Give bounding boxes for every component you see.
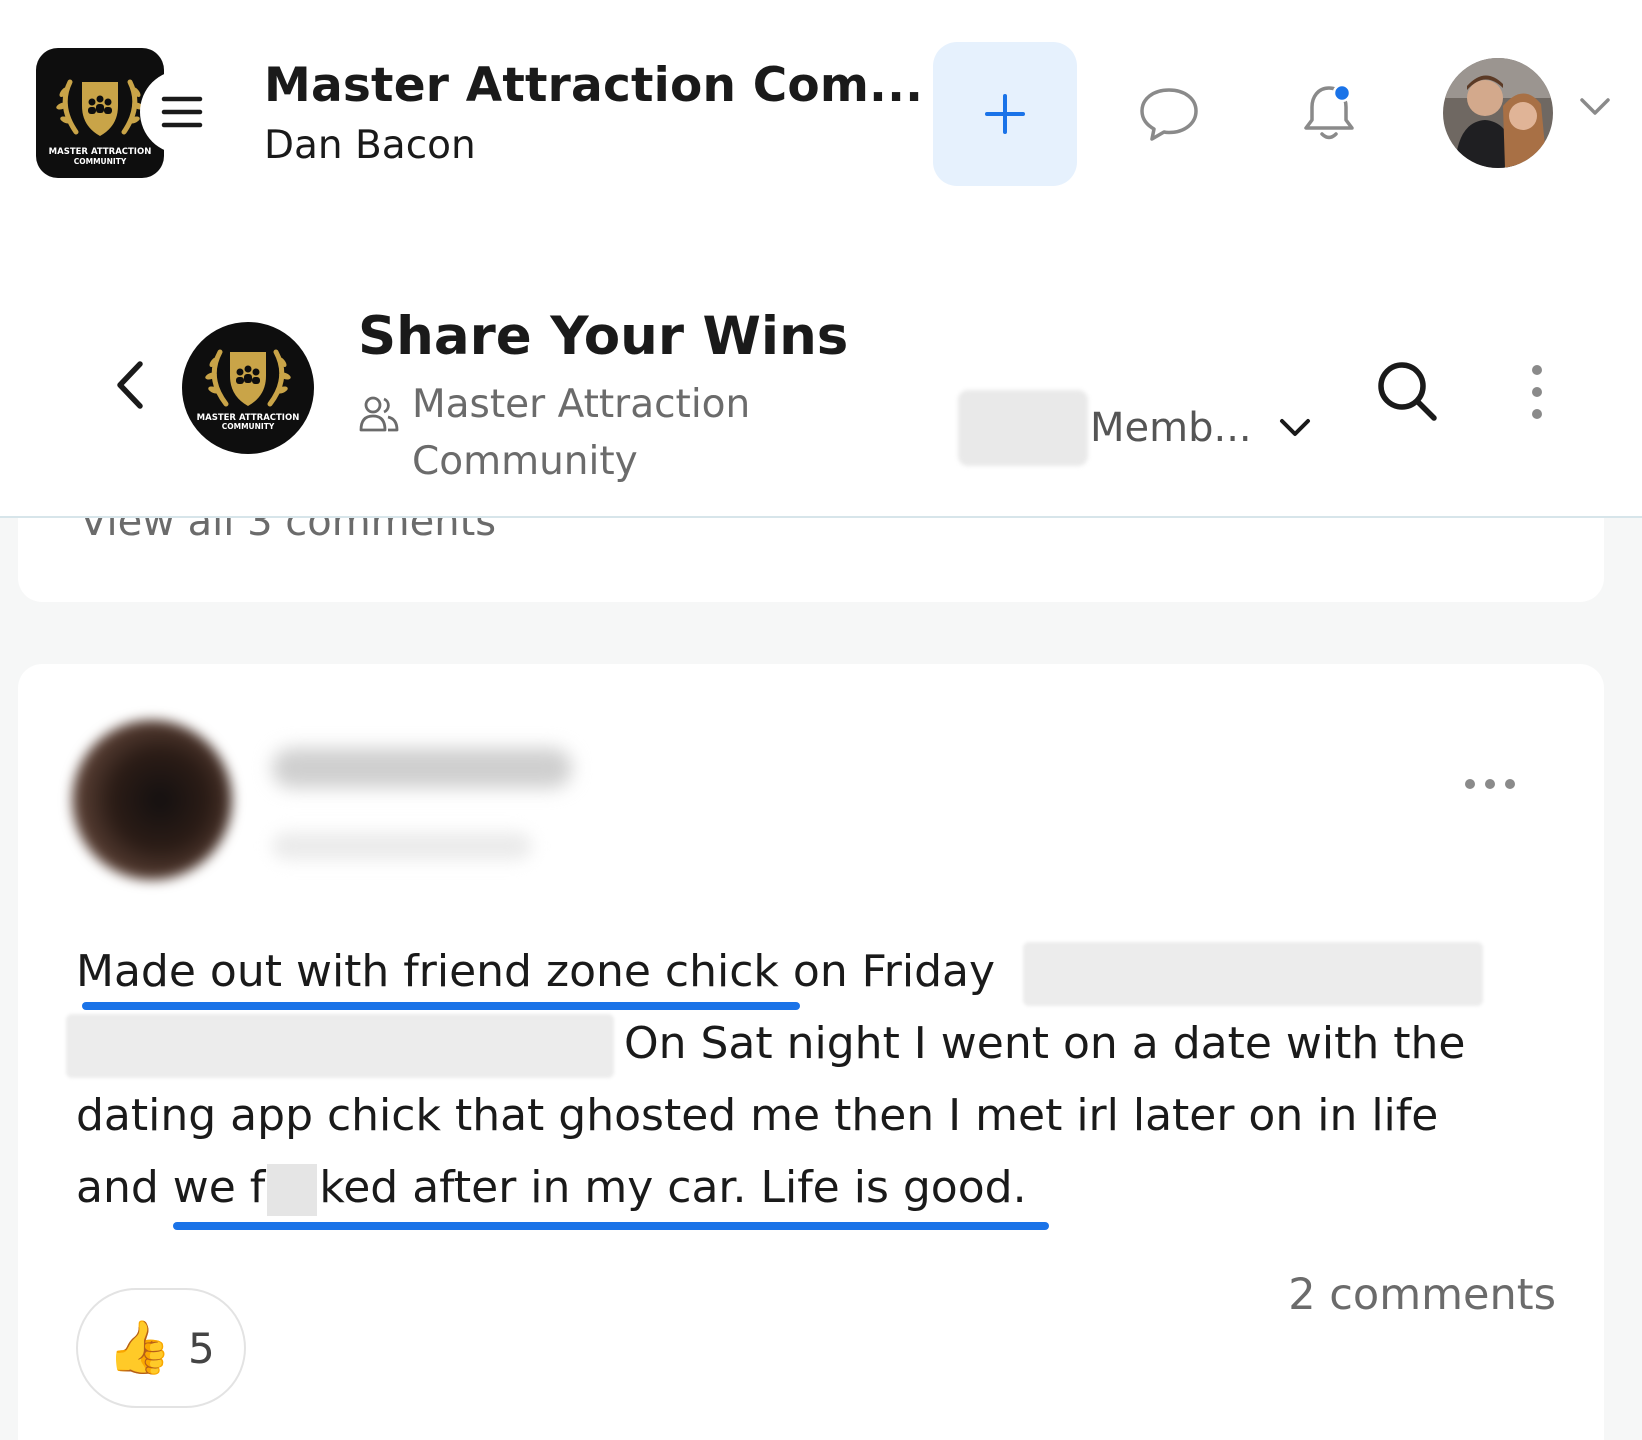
app-title-block: Master Attraction Com... Dan Bacon: [264, 56, 923, 172]
redacted-text: [1023, 942, 1484, 1006]
post-timestamp-redacted: [272, 832, 532, 860]
post-text-highlight-1: Made out with friend zone chick: [76, 946, 779, 997]
chevron-left-icon: [117, 361, 143, 409]
members-label: Memb...: [1090, 405, 1252, 451]
svg-text:COMMUNITY: COMMUNITY: [74, 157, 127, 166]
add-button[interactable]: [933, 42, 1077, 186]
search-button[interactable]: [1374, 358, 1440, 428]
post-more-button[interactable]: [1462, 774, 1518, 798]
post-text: dating app chick that ghosted me then I …: [76, 1090, 1439, 1141]
post-line-4: and we f ked after in my car. Life is goo…: [76, 1152, 1556, 1230]
avatar-photo: [1443, 58, 1553, 168]
back-button[interactable]: [112, 358, 148, 416]
space-avatar: MASTER ATTRACTION COMMUNITY: [182, 322, 314, 454]
post-text: on Friday: [778, 946, 996, 997]
plus-icon: [985, 94, 1025, 134]
search-icon: [1378, 362, 1437, 421]
author-avatar[interactable]: [72, 720, 232, 880]
post-text: On Sat night I went on a date with the: [624, 1018, 1466, 1069]
svg-text:COMMUNITY: COMMUNITY: [222, 422, 275, 431]
space-title: Share Your Wins: [358, 306, 849, 367]
chevron-down-icon: [1580, 98, 1610, 115]
thumbs-up-icon: 👍: [107, 1318, 172, 1378]
view-all-comments-link[interactable]: View all 3 comments: [80, 518, 496, 544]
members-avatars-redacted: [958, 390, 1088, 466]
censored-letters: [267, 1164, 318, 1216]
top-bar: MASTER ATTRACTION COMMUNITY Master Attra…: [0, 0, 1642, 230]
bell-icon: [1304, 83, 1354, 140]
post-line-1: Made out with friend zone chick on Frida…: [76, 936, 1556, 1010]
author-name-redacted[interactable]: [272, 748, 572, 788]
user-name: Dan Bacon: [264, 123, 476, 168]
post-text-highlight-2: we f: [172, 1162, 266, 1213]
svg-text:MASTER ATTRACTION: MASTER ATTRACTION: [49, 147, 152, 157]
previous-post-card: View all 3 comments: [18, 518, 1604, 602]
account-menu-toggle[interactable]: [1578, 96, 1612, 122]
post-line-2: On Sat night I went on a date with the: [66, 1008, 1556, 1080]
more-vertical-icon: [1532, 365, 1542, 419]
redacted-text: [66, 1014, 614, 1078]
space-header: MASTER ATTRACTION COMMUNITY Share Your W…: [0, 230, 1642, 518]
account-avatar[interactable]: [1443, 58, 1553, 168]
space-logo-graphic: MASTER ATTRACTION COMMUNITY: [197, 349, 299, 431]
space-more-button[interactable]: [1526, 362, 1548, 426]
community-name[interactable]: Master Attraction Com...: [264, 56, 923, 116]
comments-link[interactable]: 2 comments: [1288, 1270, 1556, 1320]
group-icon: [359, 396, 399, 432]
chat-bubble-icon: [1140, 88, 1198, 141]
post-feed[interactable]: View all 3 comments Made out with friend…: [0, 518, 1642, 1440]
hamburger-menu-icon: [161, 96, 203, 128]
post-line-3: dating app chick that ghosted me then I …: [76, 1080, 1556, 1152]
reaction-button[interactable]: 👍 5: [76, 1288, 246, 1408]
highlight-underline: [173, 1222, 1049, 1230]
chevron-down-icon: [1279, 419, 1310, 436]
more-horizontal-icon: [1465, 779, 1515, 789]
post-text-highlight-2-end: ked after in my car. Life is good.: [319, 1162, 1027, 1213]
notifications-button[interactable]: [1298, 80, 1360, 146]
reaction-count: 5: [188, 1323, 215, 1373]
menu-button[interactable]: [140, 70, 224, 154]
space-community-link[interactable]: Master Attraction Community: [358, 376, 798, 490]
post-card[interactable]: Made out with friend zone chick on Frida…: [18, 664, 1604, 1440]
chat-button[interactable]: [1138, 86, 1200, 142]
members-dropdown[interactable]: Memb...: [958, 390, 1312, 466]
post-text: and: [76, 1162, 173, 1213]
post-body: Made out with friend zone chick on Frida…: [66, 936, 1556, 1230]
space-community-label: Master Attraction Community: [412, 382, 751, 484]
